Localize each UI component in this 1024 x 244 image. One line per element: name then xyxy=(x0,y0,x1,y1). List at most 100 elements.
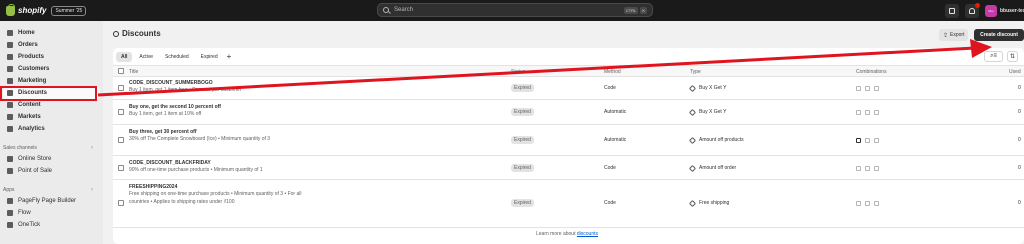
home-icon xyxy=(7,30,13,36)
discount-description: Free shipping on one-time purchase produ… xyxy=(129,191,302,205)
content-icon xyxy=(7,102,13,108)
shortcut-key-ctrl: CTRL xyxy=(623,6,639,14)
sidebar-item-customers[interactable]: Customers xyxy=(0,63,103,75)
notification-badge xyxy=(975,2,980,8)
column-combinations: Combinations xyxy=(856,69,887,75)
sidebar-item-home[interactable]: Home xyxy=(0,27,103,39)
sidebar-item-online-store[interactable]: Online Store xyxy=(0,153,103,165)
combinations-cell xyxy=(856,166,883,171)
export-icon: ⇪ xyxy=(943,32,949,39)
apps-header[interactable]: Apps › xyxy=(0,185,103,195)
sidebar-item-markets[interactable]: Markets xyxy=(0,111,103,123)
method-text: Code xyxy=(604,85,616,91)
sales-channels-header[interactable]: Sales channels › xyxy=(0,143,103,153)
status-badge: Expired xyxy=(511,84,534,92)
order-discount-icon xyxy=(865,201,870,206)
sidebar-item-onetick[interactable]: OneTick xyxy=(0,219,103,231)
sidebar-item-point-of-sale[interactable]: Point of Sale xyxy=(0,165,103,177)
type-text: Buy X Get Y xyxy=(699,85,727,91)
sidebar-item-flow[interactable]: Flow xyxy=(0,207,103,219)
discount-description: Buy 1 item, get 1 item at 10% off xyxy=(129,111,202,117)
used-count: 0 xyxy=(1018,200,1021,206)
section-label: Sales channels xyxy=(3,145,37,151)
user-menu[interactable]: bbu bbuser-test xyxy=(985,4,1024,17)
analytics-icon xyxy=(7,126,13,132)
table-row[interactable]: FREESHIPPING2024 Free shipping on one-ti… xyxy=(113,180,1024,228)
product-discount-icon xyxy=(856,138,861,143)
sidebar-item-label: Customers xyxy=(18,66,50,72)
filter-tabs: All Active Scheduled Expired + ⌕≡ ⇅ xyxy=(113,48,1024,65)
tab-expired[interactable]: Expired xyxy=(196,52,223,62)
row-checkbox[interactable] xyxy=(118,200,124,206)
edition-badge[interactable]: Summer '25 xyxy=(51,5,87,16)
type-cell: Amount off products xyxy=(688,136,744,144)
bell-icon xyxy=(969,7,975,14)
sort-button[interactable]: ⇅ xyxy=(1007,51,1018,62)
sidebar-item-analytics[interactable]: Analytics xyxy=(0,123,103,135)
product-discount-icon xyxy=(856,110,861,115)
type-text: Free shipping xyxy=(699,200,730,206)
sidebar-item-products[interactable]: Products xyxy=(0,51,103,63)
used-count: 0 xyxy=(1018,165,1021,171)
chevron-right-icon: › xyxy=(91,187,93,193)
discounts-help-link[interactable]: discounts xyxy=(577,231,598,237)
discount-description: 30% off The Complete Snowboard (Ice) • M… xyxy=(129,136,271,142)
product-discount-icon xyxy=(856,86,861,91)
add-view-button[interactable]: + xyxy=(227,52,232,61)
tab-active[interactable]: Active xyxy=(134,52,158,62)
column-used: Used xyxy=(1009,69,1021,75)
tab-scheduled[interactable]: Scheduled xyxy=(160,52,194,62)
sidebar-item-pagefly[interactable]: PageFly Page Builder xyxy=(0,195,103,207)
notifications-button[interactable] xyxy=(965,2,980,18)
combinations-cell xyxy=(856,138,883,143)
section-label: Apps xyxy=(3,187,15,193)
row-checkbox[interactable] xyxy=(118,137,124,143)
avatar: bbu xyxy=(985,4,997,17)
shopify-logo[interactable]: shopify xyxy=(6,3,47,16)
sidebar: Home Orders Products Customers Marketing… xyxy=(0,21,103,244)
used-count: 0 xyxy=(1018,109,1021,115)
sidebar-item-label: Marketing xyxy=(18,78,47,84)
type-text: Amount off products xyxy=(699,137,744,143)
type-cell: Buy X Get Y xyxy=(688,84,727,92)
status-badge: Expired xyxy=(511,164,534,172)
tab-all[interactable]: All xyxy=(116,51,133,62)
brand-name: shopify xyxy=(18,6,47,15)
customers-icon xyxy=(7,66,13,72)
onetick-icon xyxy=(7,222,13,228)
product-discount-icon xyxy=(856,166,861,171)
sidebar-item-orders[interactable]: Orders xyxy=(0,39,103,51)
store-button[interactable] xyxy=(945,3,959,18)
shipping-discount-icon xyxy=(874,138,879,143)
create-discount-button[interactable]: Create discount xyxy=(974,29,1024,41)
row-checkbox[interactable] xyxy=(118,109,124,115)
marketing-icon xyxy=(7,78,13,84)
search-bar[interactable]: Search CTRL K xyxy=(377,3,653,17)
row-checkbox[interactable] xyxy=(118,165,124,171)
search-filter-button[interactable]: ⌕≡ xyxy=(984,51,1003,62)
table-row[interactable]: Buy one, get the second 10 percent off B… xyxy=(113,100,1024,125)
type-text: Buy X Get Y xyxy=(699,109,727,115)
discount-description: 90% off one-time purchase products • Min… xyxy=(129,167,263,173)
table-row[interactable]: CODE_DISCOUNT_SUMMERBOGO Buy 1 item, get… xyxy=(113,77,1024,100)
sort-icon: ⇅ xyxy=(1009,54,1016,60)
order-discount-icon xyxy=(865,110,870,115)
sidebar-item-label: Content xyxy=(18,102,41,108)
table-row[interactable]: CODE_DISCOUNT_BLACKFRIDAY 90% off one-ti… xyxy=(113,156,1024,180)
export-label: Export xyxy=(950,32,965,38)
buy-x-get-y-icon xyxy=(688,84,697,92)
select-all-checkbox[interactable] xyxy=(118,68,124,74)
order-discount-icon xyxy=(865,166,870,171)
column-status: Status xyxy=(511,69,526,75)
row-checkbox[interactable] xyxy=(118,85,124,91)
products-icon xyxy=(7,54,13,60)
shipping-discount-icon xyxy=(874,201,879,206)
table-row[interactable]: Buy three, get 30 percent off 30% off Th… xyxy=(113,125,1024,156)
sidebar-item-label: Products xyxy=(18,54,45,60)
user-name: bbuser-test xyxy=(1000,7,1024,14)
markets-icon xyxy=(7,114,13,120)
point-of-sale-icon xyxy=(7,168,13,174)
export-button[interactable]: ⇪ Export xyxy=(939,29,969,41)
discount-description: Buy 1 item, get 1 item free • One use pe… xyxy=(129,87,242,93)
type-cell: Free shipping xyxy=(688,199,730,207)
